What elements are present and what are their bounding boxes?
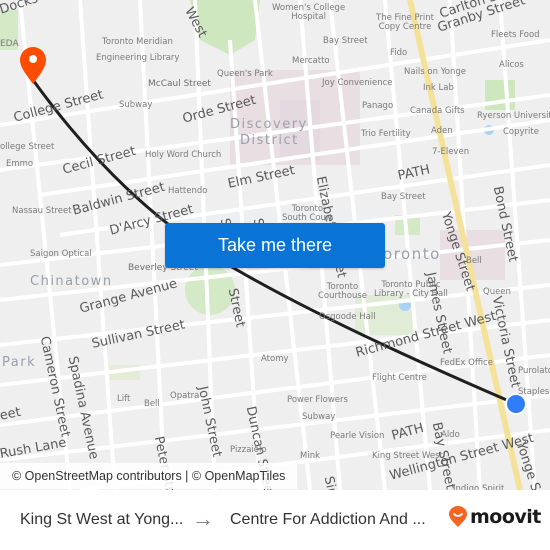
poi-label: Emmo (6, 159, 34, 169)
arrow-right-icon: → (192, 506, 214, 531)
poi-label: Panago (362, 101, 394, 111)
poi-label: Ryerson University (477, 111, 550, 121)
poi-label: Atomy (261, 354, 289, 364)
poi-label: Holy Word Church (145, 150, 222, 160)
moovit-wordmark: moovit (470, 506, 541, 528)
poi-label: Bay Street (323, 36, 368, 46)
poi-label: Aden (431, 126, 453, 136)
poi-label: Women's College Hospital (272, 3, 346, 22)
poi-label: Power Flowers (287, 395, 348, 405)
poi-label: Engineering Library (96, 53, 180, 63)
poi-label: Purolato (518, 366, 550, 376)
poi-label: The Fine Print Copy Centre (376, 13, 435, 32)
poi-label: Toronto South Court (282, 204, 333, 223)
district-label: Discovery (230, 117, 308, 132)
poi-label: Fleets Food (491, 30, 540, 40)
poi-label: Hattendo (168, 186, 208, 196)
poi-label: Opatra (170, 391, 200, 401)
poi-label: Mercatto (292, 56, 330, 66)
poi-label: Subway (119, 100, 153, 110)
park-green (485, 80, 515, 110)
poi-label: Aldo (441, 430, 460, 440)
district-label: District (240, 133, 299, 148)
poi-label: Toronto Meridian (102, 37, 173, 47)
poi-label: FedEx Office (440, 358, 493, 368)
poi-label: Toronto Public Library - City Hall (374, 280, 448, 299)
origin-marker[interactable] (507, 395, 525, 413)
poi-label: Alicos (499, 60, 524, 70)
district-label: Chinatown (30, 274, 113, 289)
poi-label: ollege Street (0, 142, 55, 152)
poi-label: Osgoode Hall (319, 312, 376, 322)
destination-name: Centre For Addiction And ... (230, 511, 426, 528)
poi-label: Bell (466, 256, 482, 266)
poi-label: Subway (302, 412, 336, 422)
map-view[interactable]: Docks St West Carlton Street Granby Stre… (0, 0, 550, 490)
poi-label: Joy Convenience (322, 78, 393, 88)
poi-label: Lift (117, 394, 131, 404)
poi-label: Pizzaiolo (230, 445, 267, 455)
poi-label: Mink (300, 451, 321, 461)
poi-label: Nassau Street (12, 206, 72, 216)
poi-label: Ink Lab (423, 83, 454, 93)
poi-label: Bay Street (381, 192, 426, 202)
route-footer: King St West at Yong... → Centre For Add… (0, 490, 550, 550)
poi-label: 7-Eleven (432, 147, 470, 157)
poi-label: Trio Fertility (361, 129, 411, 139)
destination-pin-icon[interactable] (20, 47, 46, 84)
map-attribution[interactable]: © OpenStreetMap contributors | © OpenMap… (0, 463, 298, 489)
take-me-there-button[interactable]: Take me there (165, 223, 385, 268)
street-label: McCaul Street (148, 79, 211, 89)
origin-stop-name: King St West at Yong... (20, 511, 184, 528)
poi-label: King Street West (372, 451, 443, 461)
poi-label: Nails on Yonge (404, 67, 466, 77)
poi-label: Saigon Optical (30, 249, 92, 259)
poi-label: Copyrite (503, 127, 539, 137)
poi-label: Bell (144, 399, 160, 409)
poi-label: Pearle Vision (330, 431, 385, 441)
poi-label: Flight Centre (372, 373, 427, 383)
moovit-logo[interactable]: moovit (448, 506, 541, 528)
poi-label: Fido (390, 48, 408, 58)
district-label: Park (2, 355, 37, 370)
moovit-pin-icon (449, 506, 467, 527)
poi-label: Queen's Park (217, 69, 273, 79)
poi-label: Staples (518, 387, 550, 397)
city-label: oronto (383, 245, 441, 263)
poi-label: Toronto Courthouse (318, 282, 367, 301)
poi-label: EDA (0, 39, 19, 49)
poi-label: Canada Gifts (410, 106, 465, 116)
poi-label: Queen (483, 287, 511, 297)
